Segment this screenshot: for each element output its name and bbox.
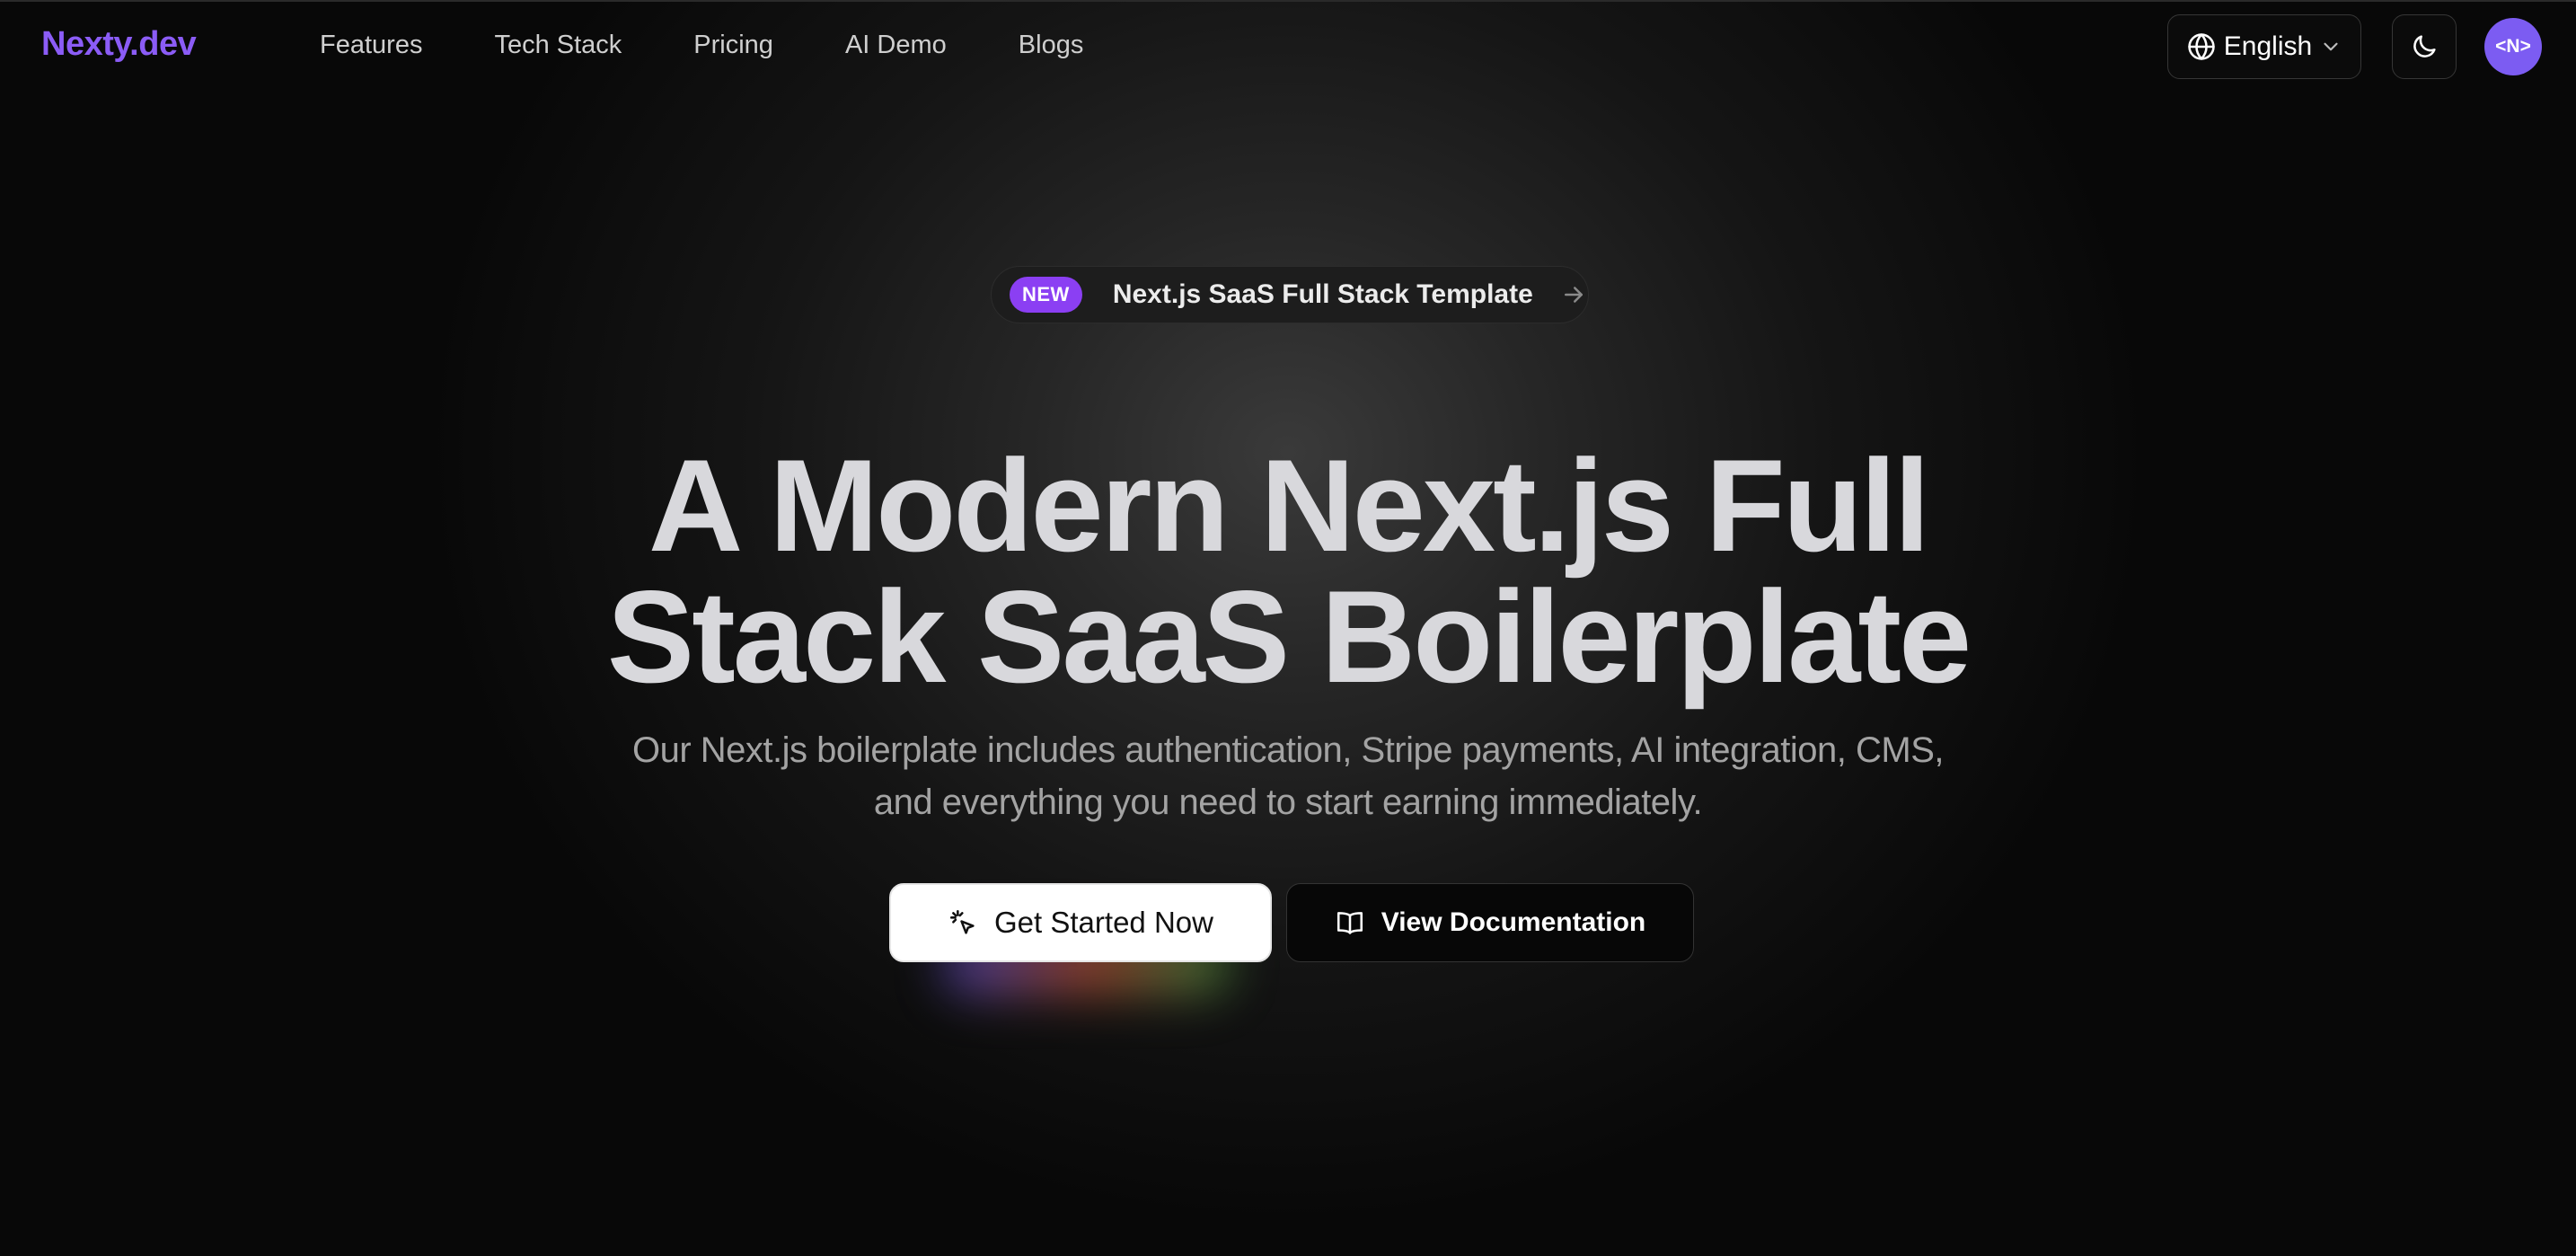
cursor-click-icon — [948, 907, 978, 938]
top-nav: Nexty.dev Features Tech Stack Pricing AI… — [0, 0, 2576, 93]
nav-link-tech-stack[interactable]: Tech Stack — [494, 31, 622, 60]
language-label: English — [2223, 31, 2313, 61]
get-started-label: Get Started Now — [994, 906, 1213, 939]
nav-link-features[interactable]: Features — [320, 31, 422, 60]
get-started-button[interactable]: Get Started Now — [889, 883, 1272, 962]
brand-logo[interactable]: Nexty.dev — [41, 25, 197, 64]
landing-page: Nexty.dev Features Tech Stack Pricing AI… — [0, 0, 2576, 1256]
theme-toggle-button[interactable] — [2392, 14, 2457, 79]
moon-icon — [2410, 32, 2439, 61]
badge-text: Next.js SaaS Full Stack Template — [1112, 279, 1533, 309]
chevron-down-icon — [2319, 35, 2342, 58]
language-selector[interactable]: English — [2167, 14, 2361, 79]
globe-icon — [2186, 31, 2217, 62]
nav-links: Features Tech Stack Pricing AI Demo Blog… — [320, 31, 1083, 60]
avatar[interactable]: <N> — [2484, 18, 2542, 75]
hero-title: A Modern Next.js Full Stack SaaS Boilerp… — [0, 440, 2576, 703]
hero-title-line-2: Stack SaaS Boilerplate — [606, 563, 1972, 710]
nav-link-pricing[interactable]: Pricing — [693, 31, 773, 60]
announcement-badge[interactable]: NEW Next.js SaaS Full Stack Template — [991, 266, 1589, 323]
arrow-right-icon — [1560, 281, 1587, 308]
book-open-icon — [1335, 907, 1365, 938]
hero-title-line-1: A Modern Next.js Full — [648, 432, 1930, 579]
hero-subtitle: Our Next.js boilerplate includes authent… — [632, 730, 1945, 822]
nav-link-ai-demo[interactable]: AI Demo — [845, 31, 947, 60]
view-documentation-label: View Documentation — [1381, 907, 1646, 937]
new-tag: NEW — [1010, 277, 1082, 313]
nav-link-blogs[interactable]: Blogs — [1019, 31, 1084, 60]
view-documentation-button[interactable]: View Documentation — [1286, 883, 1694, 962]
